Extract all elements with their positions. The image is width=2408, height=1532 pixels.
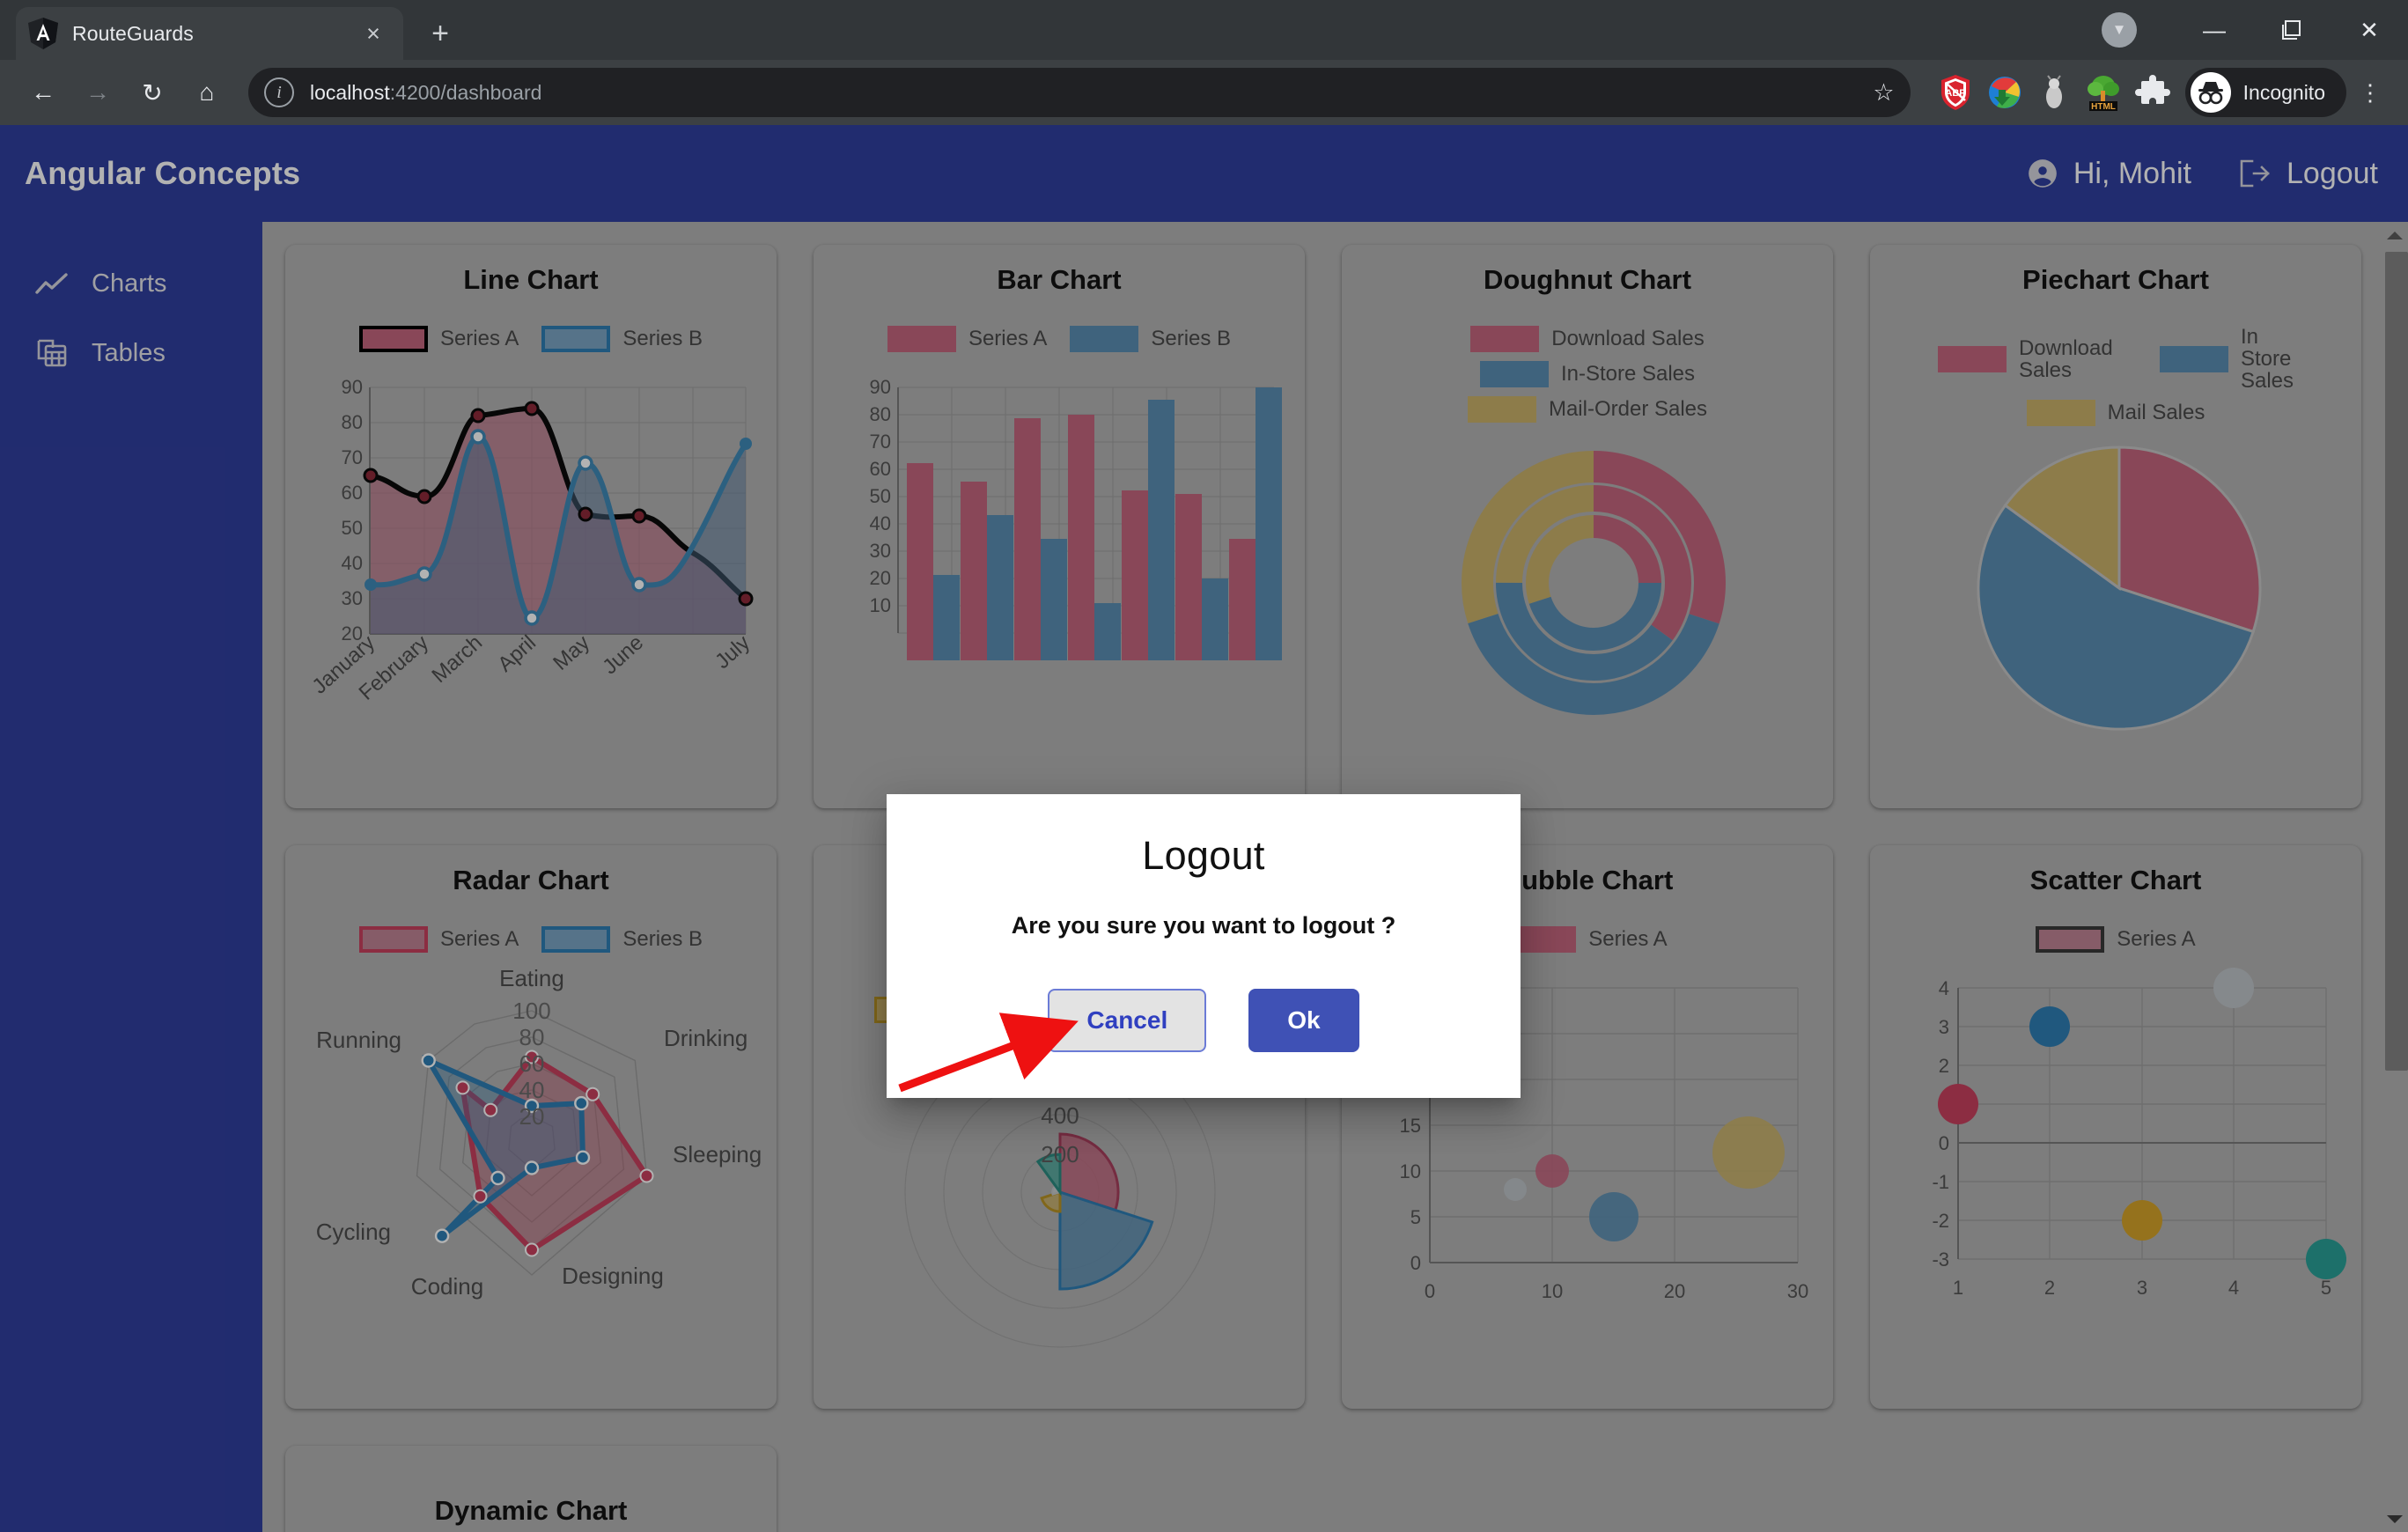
cancel-button[interactable]: Cancel xyxy=(1048,989,1207,1052)
tab-close-icon[interactable]: × xyxy=(356,21,391,46)
home-icon[interactable]: ⌂ xyxy=(181,67,232,118)
dialog-title: Logout xyxy=(1142,833,1265,878)
ok-button[interactable]: Ok xyxy=(1248,989,1359,1052)
close-window-button[interactable]: ✕ xyxy=(2331,0,2408,60)
svg-text:HTML: HTML xyxy=(2091,102,2116,112)
incognito-icon xyxy=(2190,72,2231,113)
logout-confirm-dialog: Logout Are you sure you want to logout ?… xyxy=(887,794,1521,1098)
browser-menu-icon[interactable]: ⋮ xyxy=(2350,81,2390,104)
incognito-label: Incognito xyxy=(2242,80,2325,104)
download-manager-icon[interactable] xyxy=(1983,70,2027,114)
bug-icon[interactable] xyxy=(2032,70,2076,114)
minimize-button[interactable]: — xyxy=(2176,0,2253,60)
angular-logo-icon xyxy=(28,18,58,49)
url-text: localhost:4200/dashboard xyxy=(310,80,542,104)
back-icon[interactable]: ← xyxy=(18,67,69,118)
downloads-icon[interactable]: ▼ xyxy=(2102,12,2137,48)
browser-window: RouteGuards × + ▼ — ✕ ← → ↻ ⌂ i localhos… xyxy=(0,0,2408,1532)
browser-tab[interactable]: RouteGuards × xyxy=(16,7,403,60)
window-controls: ▼ — ✕ xyxy=(2102,0,2408,60)
maximize-button[interactable] xyxy=(2253,0,2331,60)
site-info-icon[interactable]: i xyxy=(264,77,294,107)
address-bar[interactable]: i localhost:4200/dashboard ☆ xyxy=(248,68,1911,117)
new-tab-button[interactable]: + xyxy=(414,17,467,51)
forward-icon[interactable]: → xyxy=(72,67,123,118)
incognito-profile-button[interactable]: Incognito xyxy=(2184,68,2346,117)
reload-icon[interactable]: ↻ xyxy=(127,67,178,118)
page-viewport: Angular Concepts Hi, Mohit Logout Charts… xyxy=(0,125,2408,1532)
browser-toolbar: ← → ↻ ⌂ i localhost:4200/dashboard ☆ ABP xyxy=(0,60,2408,125)
dialog-actions: Cancel Ok xyxy=(1048,989,1359,1052)
tab-strip: RouteGuards × + ▼ — ✕ xyxy=(0,0,2408,60)
angular-app: Angular Concepts Hi, Mohit Logout Charts… xyxy=(0,125,2408,1532)
puzzle-extensions-icon[interactable] xyxy=(2131,70,2175,114)
adblock-icon[interactable]: ABP xyxy=(1933,70,1977,114)
bookmark-star-icon[interactable]: ☆ xyxy=(1873,79,1894,107)
dialog-message: Are you sure you want to logout ? xyxy=(1011,912,1396,939)
extensions-bar: ABP HTML xyxy=(1933,70,2175,114)
html-tree-icon[interactable]: HTML xyxy=(2081,70,2125,114)
tab-title: RouteGuards xyxy=(72,21,194,45)
